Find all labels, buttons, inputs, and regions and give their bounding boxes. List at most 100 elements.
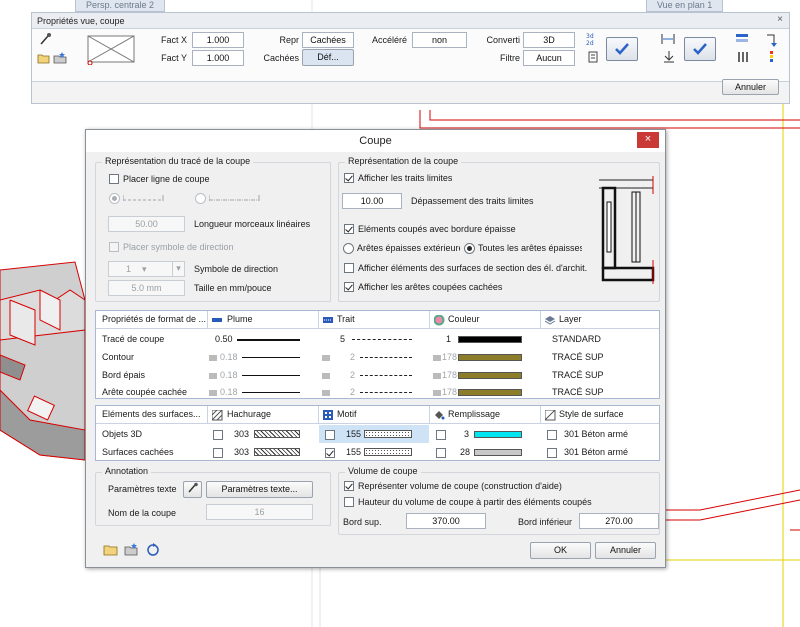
- style-value[interactable]: 301 Béton armé: [564, 447, 628, 457]
- couleur-value[interactable]: 178: [442, 352, 457, 362]
- trait-value[interactable]: 2: [350, 352, 355, 362]
- placer-symbole-checkbox[interactable]: [109, 242, 119, 252]
- annuler-button[interactable]: Annuler: [722, 79, 779, 95]
- layer-value[interactable]: TRACÉ SUP: [552, 387, 604, 397]
- hachurage-checkbox[interactable]: [213, 430, 223, 440]
- apply-check-button-1[interactable]: [606, 37, 638, 61]
- arrow-down-icon[interactable]: [765, 33, 777, 49]
- link-icon[interactable]: [432, 354, 442, 362]
- col-sep: [207, 406, 208, 424]
- bord-sup-field[interactable]: 370.00: [406, 513, 486, 529]
- placer-ligne-checkbox[interactable]: [109, 174, 119, 184]
- motif-checkbox[interactable]: [325, 430, 335, 440]
- col-sep: [540, 311, 541, 329]
- ok-button[interactable]: OK: [530, 542, 591, 559]
- link-icon[interactable]: [432, 372, 442, 380]
- param-texte-button[interactable]: Paramètres texte...: [206, 481, 313, 498]
- remplissage-checkbox[interactable]: [436, 430, 446, 440]
- accelere-field[interactable]: non: [412, 32, 467, 48]
- open-favorite-icon[interactable]: [103, 542, 119, 556]
- representer-volume-checkbox[interactable]: [344, 481, 354, 491]
- elevation-icon[interactable]: [662, 50, 676, 64]
- remplissage-value[interactable]: 28: [460, 447, 470, 457]
- motif-value[interactable]: 155: [346, 447, 361, 457]
- toutes-aretes-radio[interactable]: [464, 243, 475, 254]
- pipette-icon[interactable]: [38, 32, 52, 46]
- motif-checkbox[interactable]: [325, 448, 335, 458]
- plume-value[interactable]: 0.18: [220, 370, 238, 380]
- def-button[interactable]: Déf...: [302, 49, 354, 66]
- layer-value[interactable]: TRACÉ SUP: [552, 352, 604, 362]
- trait-value[interactable]: 5: [340, 334, 345, 344]
- save-favorite-icon[interactable]: [124, 542, 140, 556]
- dropdown-button-icon[interactable]: ▾: [172, 261, 184, 277]
- bord-inf-field[interactable]: 270.00: [579, 513, 659, 529]
- layer-value[interactable]: TRACÉ SUP: [552, 370, 604, 380]
- line-style-radio-2[interactable]: [195, 193, 206, 204]
- aretes-ext-radio[interactable]: [343, 243, 354, 254]
- pen-stack-icon[interactable]: [736, 50, 750, 64]
- trait-value[interactable]: 2: [350, 370, 355, 380]
- remplissage-checkbox[interactable]: [436, 448, 446, 458]
- repr-field[interactable]: Cachées: [302, 32, 354, 48]
- afficher-aretes-checkbox[interactable]: [344, 282, 354, 292]
- dialog-close-button[interactable]: ×: [637, 132, 659, 148]
- symbole-label: Symbole de direction: [194, 264, 279, 274]
- open-folder-icon[interactable]: [37, 51, 51, 64]
- fact-y-field[interactable]: 1.000: [192, 50, 244, 66]
- link-icon[interactable]: [208, 372, 218, 380]
- elements-bordure-checkbox[interactable]: [344, 224, 354, 234]
- layer-value[interactable]: STANDARD: [552, 334, 601, 344]
- symbole-dropdown[interactable]: 1 ▾ ▾: [108, 261, 185, 277]
- motif-value[interactable]: 155: [346, 429, 361, 439]
- save-favorite-icon[interactable]: [53, 51, 67, 64]
- couleur-value[interactable]: 178: [442, 387, 457, 397]
- plume-value[interactable]: 0.50: [215, 334, 233, 344]
- plume-value[interactable]: 0.18: [220, 387, 238, 397]
- hachurage-value[interactable]: 303: [234, 447, 249, 457]
- couleur-value[interactable]: 178: [442, 370, 457, 380]
- dimension-icon[interactable]: [660, 32, 676, 46]
- hauteur-volume-checkbox[interactable]: [344, 497, 354, 507]
- link-icon[interactable]: [321, 354, 331, 362]
- hachurage-checkbox[interactable]: [213, 448, 223, 458]
- color-bar-icon[interactable]: [768, 50, 776, 64]
- converti-field[interactable]: 3D: [523, 32, 575, 48]
- longueur-field[interactable]: 50.00: [108, 216, 185, 232]
- hachurage-value[interactable]: 303: [234, 429, 249, 439]
- style-checkbox[interactable]: [547, 448, 557, 458]
- link-icon[interactable]: [432, 389, 442, 397]
- nom-coupe-field[interactable]: 16: [206, 504, 313, 520]
- close-icon[interactable]: ×: [777, 14, 783, 25]
- style-value[interactable]: 301 Béton armé: [564, 429, 628, 439]
- apply-check-button-2[interactable]: [684, 37, 716, 61]
- link-icon[interactable]: [321, 372, 331, 380]
- fact-x-field[interactable]: 1.000: [192, 32, 244, 48]
- link-icon[interactable]: [208, 354, 218, 362]
- layers-icon[interactable]: [735, 32, 749, 46]
- reset-icon[interactable]: [146, 542, 160, 556]
- remplissage-value[interactable]: 3: [464, 429, 469, 439]
- filtre-field[interactable]: Aucun: [523, 50, 575, 66]
- format-icon[interactable]: [587, 50, 599, 64]
- col-sep: [429, 406, 430, 424]
- cancel-button[interactable]: Annuler: [595, 542, 656, 559]
- depassement-field[interactable]: 10.00: [342, 193, 402, 209]
- coupe-group-label: Représentation de la coupe: [345, 156, 462, 166]
- afficher-surfaces-checkbox[interactable]: [344, 263, 354, 273]
- afficher-traits-checkbox[interactable]: [344, 173, 354, 183]
- link-icon[interactable]: [208, 389, 218, 397]
- style-checkbox[interactable]: [547, 430, 557, 440]
- col-sep: [429, 311, 430, 329]
- hidden-lines-icon[interactable]: 3d 2d: [585, 32, 601, 46]
- link-icon[interactable]: [321, 389, 331, 397]
- plume-value[interactable]: 0.18: [220, 352, 238, 362]
- trait-value[interactable]: 2: [350, 387, 355, 397]
- line-style-radio-1[interactable]: [109, 193, 120, 204]
- tab-vue-en-plan[interactable]: Vue en plan 1: [646, 0, 724, 12]
- tab-persp-centrale[interactable]: Persp. centrale 2: [75, 0, 166, 12]
- color-swatch: [458, 372, 522, 379]
- pipette-button[interactable]: [183, 481, 202, 498]
- taille-field[interactable]: 5.0 mm: [108, 280, 185, 296]
- couleur-value[interactable]: 1: [446, 334, 451, 344]
